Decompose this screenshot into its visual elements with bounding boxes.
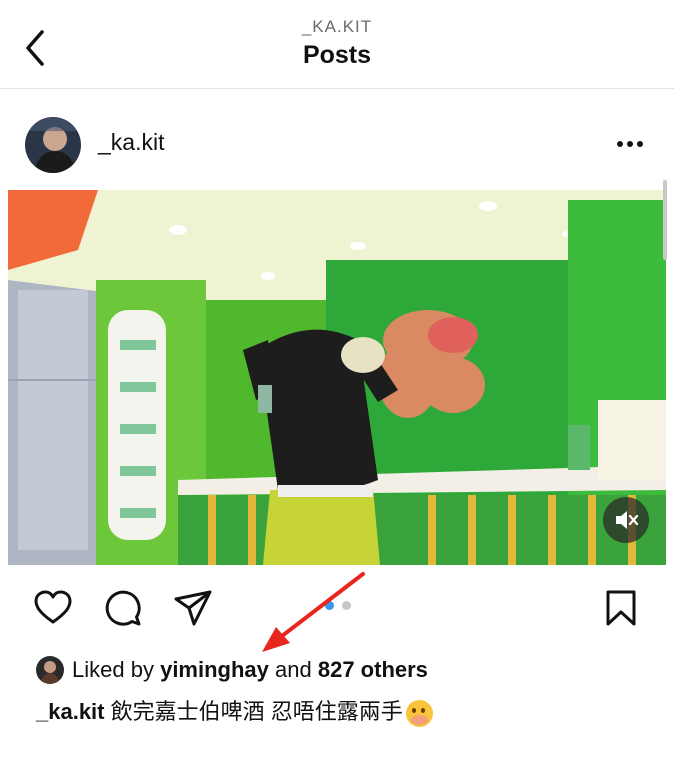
avatar[interactable]	[25, 117, 81, 173]
ellipsis-icon	[617, 141, 643, 147]
share-icon	[174, 590, 212, 626]
bookmark-icon	[606, 590, 636, 626]
page-title: Posts	[302, 41, 372, 69]
post-header: _ka.kit	[0, 112, 674, 174]
post-actions	[0, 582, 674, 632]
likes-prefix: Liked by	[72, 657, 154, 683]
likes-count[interactable]: 827 others	[318, 657, 428, 682]
liker-username[interactable]: yiminghay	[160, 657, 269, 682]
carousel-dot	[325, 601, 334, 610]
comment-icon	[105, 590, 141, 626]
heart-icon	[34, 590, 72, 624]
account-name: _KA.KIT	[301, 17, 373, 36]
like-button[interactable]	[32, 587, 74, 629]
caption-text: 飲完嘉士伯啤酒 忍唔住露兩手	[110, 699, 403, 724]
scrollbar[interactable]	[663, 180, 667, 260]
share-button[interactable]	[172, 587, 214, 629]
liker-avatar[interactable]	[36, 656, 64, 685]
speaker-muted-icon	[616, 511, 639, 529]
top-bar: _KA.KIT Posts	[0, 0, 674, 89]
comment-button[interactable]	[102, 587, 144, 629]
mute-button[interactable]	[603, 497, 649, 543]
caption-username[interactable]: _ka.kit	[36, 699, 105, 724]
post-photo[interactable]	[8, 190, 666, 565]
likes-connector: and	[275, 657, 312, 683]
more-options-button[interactable]	[610, 134, 650, 154]
likes-line: Liked by yiminghay and 827 others	[36, 656, 428, 685]
post-username[interactable]: _ka.kit	[98, 129, 164, 156]
save-button[interactable]	[600, 587, 642, 629]
carousel-dot	[342, 601, 351, 610]
post-caption: _ka.kit 飲完嘉士伯啤酒 忍唔住露兩手	[36, 694, 433, 727]
hand-over-mouth-emoji-icon	[405, 699, 433, 727]
